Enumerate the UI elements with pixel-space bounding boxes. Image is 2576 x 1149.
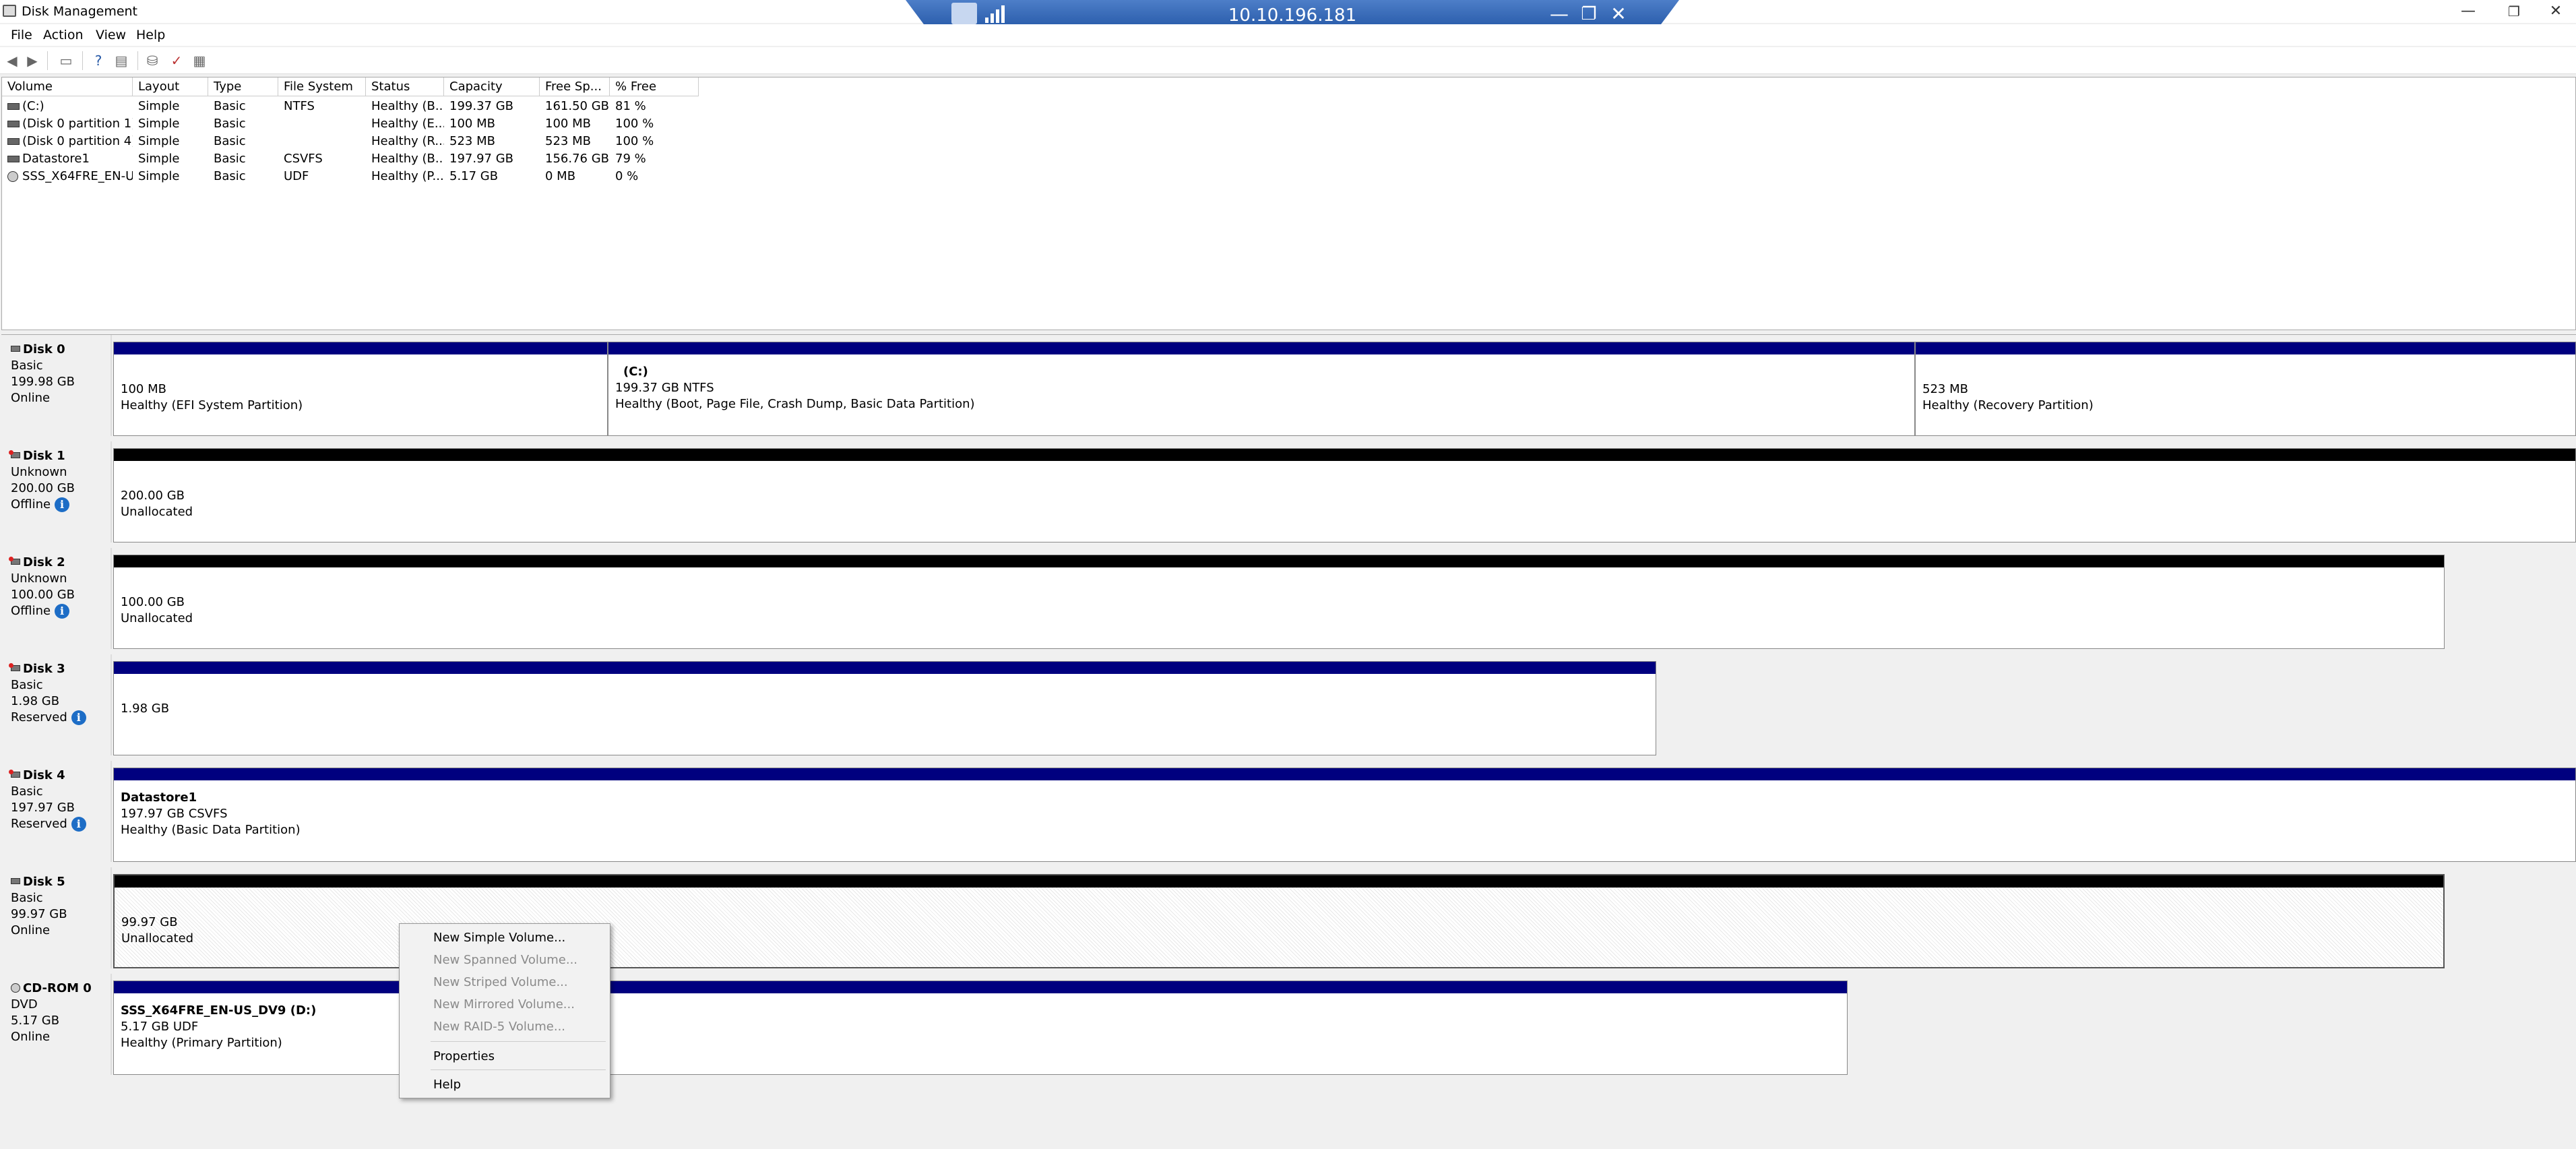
menu-item-properties[interactable]: Properties bbox=[433, 1048, 495, 1065]
disk-label[interactable]: Disk 0 Basic 199.98 GB Online bbox=[1, 335, 112, 436]
menu-file[interactable]: File bbox=[11, 28, 32, 42]
toolbar-separator bbox=[47, 51, 48, 70]
disk-label[interactable]: Disk 2 Unknown 100.00 GB Offline i bbox=[1, 548, 112, 649]
table-row[interactable]: SSS_X64FRE_EN-U... Simple Basic UDF Heal… bbox=[2, 168, 699, 185]
disk-icon bbox=[11, 878, 20, 884]
partition-dvd[interactable]: SSS_X64FRE_EN-US_DV9 (D:) 5.17 GB UDF He… bbox=[113, 981, 1848, 1075]
disk-row-disk-0[interactable]: Disk 0 Basic 199.98 GB Online 100 MB Hea… bbox=[1, 335, 2576, 436]
offline-disk-icon bbox=[9, 450, 20, 458]
rdp-close-button[interactable]: ✕ bbox=[1605, 3, 1632, 26]
menu-item-new-mirrored-volume[interactable]: New Mirrored Volume... bbox=[433, 996, 575, 1014]
menu-item-new-striped-volume[interactable]: New Striped Volume... bbox=[433, 974, 568, 991]
disk-row-disk-2[interactable]: Disk 2 Unknown 100.00 GB Offline i 100.00… bbox=[1, 548, 2576, 649]
connect-icon[interactable]: ⛁ bbox=[144, 53, 160, 69]
volume-list-header: Volume Layout Type File System Status Ca… bbox=[2, 77, 699, 96]
restore-button[interactable]: ❐ bbox=[2494, 1, 2534, 22]
menu-item-new-simple-volume[interactable]: New Simple Volume... bbox=[433, 929, 565, 947]
disk-management-app-icon bbox=[3, 5, 16, 17]
partition-datastore1[interactable]: Datastore1 197.97 GB CSVFS Healthy (Basi… bbox=[113, 768, 2576, 862]
info-icon[interactable]: i bbox=[71, 710, 86, 725]
column-type[interactable]: Type bbox=[208, 77, 278, 96]
disk-row-disk-1[interactable]: Disk 1 Unknown 200.00 GB Offline i 200.00… bbox=[1, 441, 2576, 542]
partition-bar bbox=[114, 555, 2444, 567]
partition-bar bbox=[608, 342, 1914, 354]
show-hide-icon[interactable]: ▭ bbox=[58, 53, 74, 69]
menu-bar: File Action View Help bbox=[0, 24, 2576, 46]
disk-graphical-view: Disk 0 Basic 199.98 GB Online 100 MB Hea… bbox=[1, 334, 2576, 1149]
rdp-restore-button[interactable]: ❐ bbox=[1575, 3, 1602, 26]
disk-row-disk-5[interactable]: Disk 5 Basic 99.97 GB Online 99.97 GB Un… bbox=[1, 867, 2576, 968]
partition-bar bbox=[114, 342, 607, 354]
disk-label[interactable]: CD-ROM 0 DVD 5.17 GB Online bbox=[1, 974, 112, 1075]
menu-item-help[interactable]: Help bbox=[433, 1076, 461, 1094]
window-title: Disk Management bbox=[22, 4, 138, 19]
disk-label[interactable]: Disk 1 Unknown 200.00 GB Offline i bbox=[1, 441, 112, 542]
column-status[interactable]: Status bbox=[366, 77, 444, 96]
menu-item-new-raid5-volume[interactable]: New RAID-5 Volume... bbox=[433, 1018, 565, 1036]
disk-row-disk-4[interactable]: Disk 4 Basic 197.97 GB Reserved i Datasto… bbox=[1, 761, 2576, 862]
help-icon[interactable]: ? bbox=[90, 53, 106, 69]
table-row[interactable]: (Disk 0 partition 4) Simple Basic Health… bbox=[2, 133, 699, 150]
menu-view[interactable]: View bbox=[96, 28, 126, 42]
partition-c-drive[interactable]: (C:) 199.37 GB NTFS Healthy (Boot, Page … bbox=[608, 342, 1915, 436]
menu-separator bbox=[431, 1041, 606, 1042]
column-volume[interactable]: Volume bbox=[2, 77, 133, 96]
table-row[interactable]: (Disk 0 partition 1) Simple Basic Health… bbox=[2, 115, 699, 133]
toolbar: ◀ ▶ ▭ ? ▤ ⛁ ✓ ▦ bbox=[0, 47, 2576, 74]
forward-icon[interactable]: ▶ bbox=[24, 53, 40, 69]
partition-unallocated[interactable]: 100.00 GB Unallocated bbox=[113, 555, 2445, 649]
properties-icon[interactable]: ▤ bbox=[113, 53, 129, 69]
context-menu: New Simple Volume... New Spanned Volume.… bbox=[399, 923, 610, 1098]
disk-row-disk-3[interactable]: Disk 3 Basic 1.98 GB Reserved i 1.98 GB bbox=[1, 654, 2576, 755]
menu-item-new-spanned-volume[interactable]: New Spanned Volume... bbox=[433, 952, 577, 969]
info-icon[interactable]: i bbox=[71, 817, 86, 832]
partition-efi[interactable]: 100 MB Healthy (EFI System Partition) bbox=[113, 342, 608, 436]
partition-reserved[interactable]: 1.98 GB bbox=[113, 661, 1656, 755]
toolbar-separator bbox=[137, 51, 138, 70]
column-free-space[interactable]: Free Sp... bbox=[540, 77, 610, 96]
partition-bar bbox=[114, 981, 1847, 993]
checklist-icon[interactable]: ✓ bbox=[168, 53, 185, 69]
menu-action[interactable]: Action bbox=[43, 28, 84, 42]
disk-label[interactable]: Disk 4 Basic 197.97 GB Reserved i bbox=[1, 761, 112, 862]
partition-bar bbox=[1916, 342, 2575, 354]
partition-bar bbox=[115, 875, 2443, 888]
cd-drive-icon bbox=[11, 983, 20, 993]
rdp-minimize-button[interactable]: — bbox=[1546, 3, 1573, 26]
minimize-button[interactable]: — bbox=[2448, 1, 2488, 22]
partition-bar bbox=[114, 662, 1656, 674]
table-row[interactable]: (C:) Simple Basic NTFS Healthy (B... 199… bbox=[2, 98, 699, 115]
partition-recovery[interactable]: 523 MB Healthy (Recovery Partition) bbox=[1915, 342, 2576, 436]
partition-unallocated[interactable]: 200.00 GB Unallocated bbox=[113, 448, 2576, 542]
column-layout[interactable]: Layout bbox=[133, 77, 208, 96]
partition-bar bbox=[114, 768, 2575, 780]
disk-row-cdrom-0[interactable]: CD-ROM 0 DVD 5.17 GB Online SSS_X64FRE_E… bbox=[1, 974, 2576, 1075]
table-row[interactable]: Datastore1 Simple Basic CSVFS Healthy (B… bbox=[2, 150, 699, 168]
menu-separator bbox=[431, 1069, 606, 1070]
disk-label[interactable]: Disk 5 Basic 99.97 GB Online bbox=[1, 867, 112, 968]
column-file-system[interactable]: File System bbox=[278, 77, 366, 96]
menu-help[interactable]: Help bbox=[136, 28, 165, 42]
reserved-disk-icon bbox=[9, 770, 20, 778]
toolbar-separator bbox=[82, 51, 83, 70]
close-button[interactable]: ✕ bbox=[2536, 1, 2576, 22]
column-percent-free[interactable]: % Free bbox=[610, 77, 699, 96]
offline-disk-icon bbox=[9, 557, 20, 565]
partition-bar bbox=[114, 449, 2575, 461]
volume-list: Volume Layout Type File System Status Ca… bbox=[1, 77, 2576, 330]
info-icon[interactable]: i bbox=[55, 497, 70, 512]
disk-label[interactable]: Disk 3 Basic 1.98 GB Reserved i bbox=[1, 654, 112, 755]
settings-icon[interactable]: ▦ bbox=[191, 53, 208, 69]
column-capacity[interactable]: Capacity bbox=[444, 77, 540, 96]
back-icon[interactable]: ◀ bbox=[4, 53, 20, 69]
reserved-disk-icon bbox=[9, 663, 20, 671]
disk-icon bbox=[11, 346, 20, 352]
info-icon[interactable]: i bbox=[55, 604, 70, 619]
